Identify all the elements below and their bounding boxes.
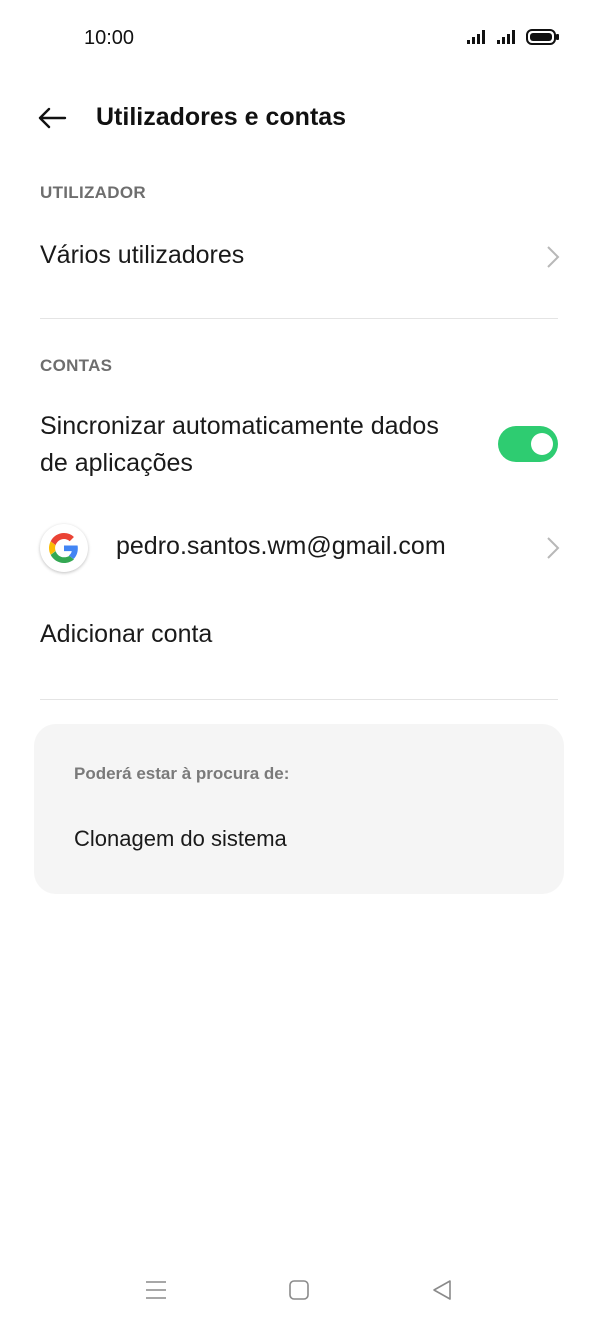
divider — [40, 699, 558, 700]
back-icon — [433, 1280, 451, 1300]
toggle-knob — [531, 433, 553, 455]
chevron-right-icon — [547, 246, 560, 268]
google-account-avatar — [40, 524, 88, 572]
add-account-label: Adicionar conta — [40, 620, 213, 648]
google-logo-icon — [49, 533, 78, 563]
google-account-item[interactable]: pedro.santos.wm@gmail.com — [0, 512, 598, 584]
auto-sync-toggle[interactable] — [498, 426, 558, 462]
section-header-accounts: CONTAS — [40, 356, 113, 375]
divider — [40, 318, 558, 319]
suggestion-system-clone[interactable]: Clonagem do sistema — [74, 826, 287, 852]
section-header-user: UTILIZADOR — [40, 183, 146, 202]
arrow-left-icon — [38, 107, 67, 129]
signal-icon — [497, 30, 515, 44]
app-bar: Utilizadores e contas — [0, 88, 598, 148]
nav-back-button[interactable] — [420, 1270, 464, 1310]
back-button[interactable] — [30, 98, 74, 138]
menu-button[interactable] — [134, 1270, 178, 1310]
battery-icon — [526, 29, 559, 45]
signal-icon — [467, 30, 485, 44]
home-button[interactable] — [277, 1270, 321, 1310]
status-icons — [466, 28, 560, 46]
add-account-item[interactable]: Adicionar conta — [0, 600, 598, 670]
multiple-users-item[interactable]: Vários utilizadores — [0, 222, 598, 292]
navigation-bar — [0, 1250, 598, 1330]
suggestions-card: Poderá estar à procura de: Clonagem do s… — [34, 724, 564, 894]
chevron-right-icon — [547, 537, 560, 559]
auto-sync-label-line1: Sincronizar automaticamente dados — [40, 412, 439, 440]
status-bar: 10:00 — [0, 0, 598, 76]
status-time: 10:00 — [84, 27, 135, 49]
account-email: pedro.santos.wm@gmail.com — [116, 532, 446, 560]
page-title: Utilizadores e contas — [96, 103, 347, 131]
suggestions-title: Poderá estar à procura de: — [74, 764, 290, 783]
home-icon — [289, 1280, 309, 1300]
multiple-users-label: Vários utilizadores — [40, 241, 245, 269]
auto-sync-label-line2: de aplicações — [40, 449, 193, 477]
menu-icon — [146, 1281, 166, 1299]
